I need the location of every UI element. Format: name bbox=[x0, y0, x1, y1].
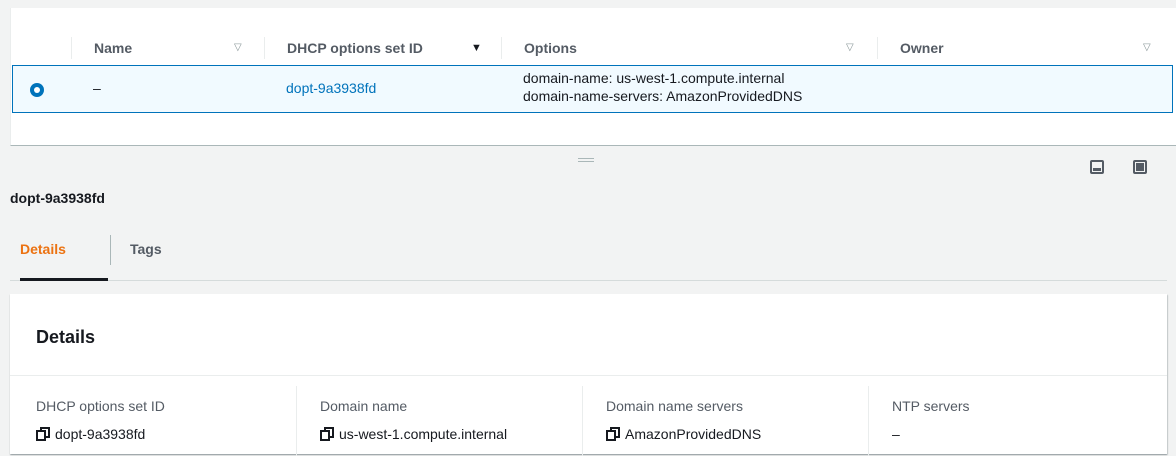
drag-handle-icon[interactable] bbox=[578, 158, 594, 162]
field-label: Domain name bbox=[320, 398, 408, 414]
row-dhcp-options-set-id-link[interactable]: dopt-9a3938fd bbox=[286, 80, 376, 96]
details-container-header: Details bbox=[10, 294, 1167, 376]
field-domain-name: Domain name us-west-1.compute.internal bbox=[320, 398, 507, 442]
tab-separator bbox=[110, 235, 111, 265]
row-options-domain-name: domain-name: us-west-1.compute.internal bbox=[523, 70, 785, 86]
column-separator bbox=[71, 37, 72, 59]
field-value: – bbox=[892, 426, 900, 442]
details-section-title: Details bbox=[36, 327, 96, 347]
active-tab-indicator bbox=[20, 278, 108, 281]
details-container: Details DHCP options set ID dopt-9a3938f… bbox=[10, 294, 1167, 456]
column-separator[interactable] bbox=[877, 37, 878, 59]
table-row[interactable]: – dopt-9a3938fd domain-name: us-west-1.c… bbox=[12, 65, 1173, 113]
field-value: AmazonProvidedDNS bbox=[625, 426, 762, 442]
field-dhcp-options-set-id: DHCP options set ID dopt-9a3938fd bbox=[36, 398, 165, 442]
row-name: – bbox=[93, 80, 101, 96]
column-divider bbox=[296, 386, 297, 456]
copy-icon[interactable] bbox=[606, 427, 620, 441]
field-label: DHCP options set ID bbox=[36, 398, 165, 414]
field-value: dopt-9a3938fd bbox=[55, 426, 146, 442]
row-options-domain-name-servers: domain-name-servers: AmazonProvidedDNS bbox=[523, 88, 803, 104]
radio-selected-icon[interactable] bbox=[30, 83, 44, 97]
column-separator[interactable] bbox=[264, 37, 265, 59]
field-label: Domain name servers bbox=[606, 398, 743, 414]
field-label: NTP servers bbox=[892, 398, 970, 414]
column-divider bbox=[582, 386, 583, 456]
split-panel-bottom-icon[interactable] bbox=[1090, 160, 1104, 174]
field-ntp-servers: NTP servers – bbox=[892, 398, 970, 442]
column-separator[interactable] bbox=[501, 37, 502, 59]
split-panel-full-icon[interactable] bbox=[1133, 160, 1147, 174]
copy-icon[interactable] bbox=[320, 427, 334, 441]
tab-details[interactable]: Details bbox=[20, 241, 66, 257]
field-value: us-west-1.compute.internal bbox=[339, 426, 508, 442]
detail-panel-title: dopt-9a3938fd bbox=[10, 190, 105, 206]
tabs-border bbox=[10, 280, 1167, 281]
copy-icon[interactable] bbox=[36, 427, 50, 441]
tab-tags[interactable]: Tags bbox=[130, 241, 162, 257]
dhcp-options-table: Name ▽ DHCP options set ID ▼ Options ▽ O… bbox=[10, 8, 1176, 146]
field-domain-name-servers: Domain name servers AmazonProvidedDNS bbox=[606, 398, 761, 442]
column-divider bbox=[868, 386, 869, 456]
